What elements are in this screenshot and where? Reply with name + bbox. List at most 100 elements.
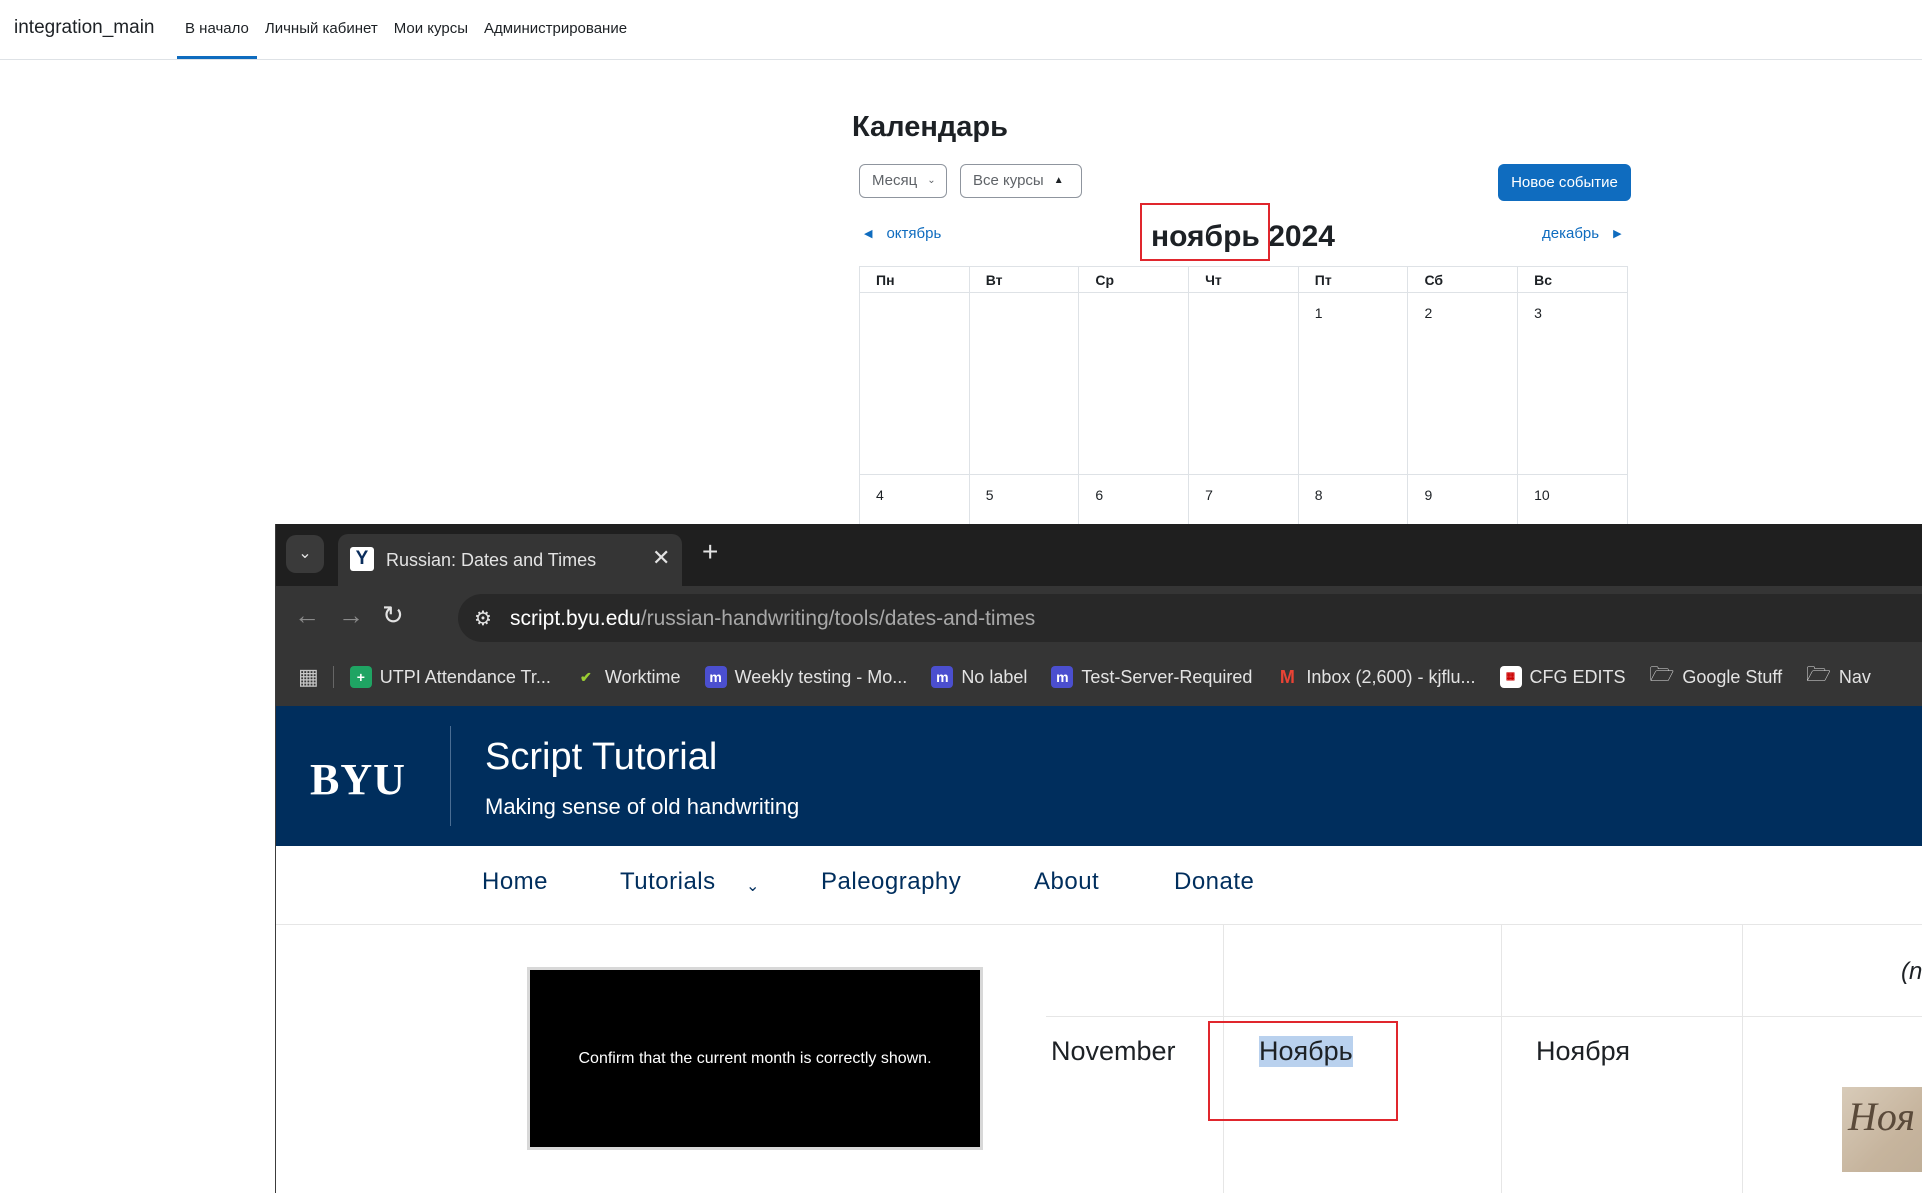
primary-nav: В начало Личный кабинет Мои курсы Админи… xyxy=(177,0,635,59)
day-cell[interactable] xyxy=(1189,293,1299,475)
course-select-value: Все курсы xyxy=(973,172,1044,189)
bookmark-label: Weekly testing - Mo... xyxy=(734,666,908,687)
site-nav-home[interactable]: Home xyxy=(482,868,548,896)
table-column-divider xyxy=(1501,924,1502,1193)
bookmark-label: Nav xyxy=(1838,666,1871,687)
next-month-label: декабрь xyxy=(1542,225,1600,242)
monday-icon: m xyxy=(931,666,954,688)
chevron-down-icon: ⌄ xyxy=(927,175,936,186)
day-cell[interactable]: 2 xyxy=(1408,293,1519,475)
site-nav-donate[interactable]: Donate xyxy=(1174,868,1254,896)
handwriting-thumbnail[interactable]: Ноя xyxy=(1842,1087,1922,1172)
prev-month-link[interactable]: ◀ октябрь xyxy=(864,225,941,242)
byu-header: BYU Script Tutorial Making sense of old … xyxy=(276,706,1922,846)
moodle-navbar: integration_main В начало Личный кабинет… xyxy=(0,0,1922,60)
chevron-down-icon: ⌄ xyxy=(298,545,312,562)
forward-icon[interactable]: → xyxy=(338,600,364,631)
arrow-right-icon: ▶ xyxy=(1613,228,1622,240)
weekday-fri: Пт xyxy=(1298,267,1409,293)
weekday-sun: Вс xyxy=(1518,267,1628,293)
url-path: /russian-handwriting/tools/dates-and-tim… xyxy=(640,607,1036,630)
address-bar[interactable]: ⚙ script.byu.edu/russian-handwriting/too… xyxy=(458,594,1922,642)
day-cell[interactable] xyxy=(1079,293,1190,475)
new-event-button[interactable]: Новое событие xyxy=(1498,164,1631,201)
bookmark-item[interactable]: m Weekly testing - Mo... xyxy=(704,666,908,688)
site-nav: Home Tutorials ⌄ Paleography About Donat… xyxy=(276,846,1922,925)
course-select[interactable]: Все курсы ▲ xyxy=(960,164,1082,198)
day-cell[interactable]: 1 xyxy=(1298,293,1409,475)
nav-home[interactable]: В начало xyxy=(177,0,257,59)
gmail-icon: M xyxy=(1279,667,1295,687)
byu-logo[interactable]: BYU xyxy=(310,754,406,805)
active-tab[interactable]: Y Russian: Dates and Times ✕ xyxy=(338,534,682,586)
site-brand[interactable]: integration_main xyxy=(14,17,154,39)
weekday-wed: Ср xyxy=(1079,267,1190,293)
day-cell[interactable] xyxy=(969,293,1080,475)
site-nav-tutorials[interactable]: Tutorials xyxy=(620,868,716,896)
bookmarks-divider xyxy=(332,666,334,688)
page-content: Confirm that the current month is correc… xyxy=(276,924,1922,1193)
site-subtitle: Making sense of old handwriting xyxy=(485,794,800,819)
prev-month-label: октябрь xyxy=(886,225,942,242)
apps-grid-icon[interactable]: ▦ xyxy=(298,664,319,690)
table-column-divider xyxy=(1742,924,1743,1193)
bookmark-label: Test-Server-Required xyxy=(1081,666,1253,687)
bookmark-item[interactable]: m Test-Server-Required xyxy=(1051,666,1252,688)
site-title[interactable]: Script Tutorial xyxy=(485,736,717,779)
month-english-cell: November xyxy=(1051,1036,1176,1066)
bookmarks-bar: ▦ + UTPI Attendance Tr... ✔ Worktime m Week… xyxy=(276,648,1922,706)
weekday-tue: Вт xyxy=(969,267,1080,293)
tab-search-button[interactable]: ⌄ xyxy=(286,535,324,573)
bookmark-label: CFG EDITS xyxy=(1529,666,1626,687)
bookmark-item[interactable]: ▦ CFG EDITS xyxy=(1499,666,1626,688)
arrow-left-icon: ◀ xyxy=(864,228,873,240)
browser-window: ⌄ Y Russian: Dates and Times ✕ + ← → ↻ ⚙… xyxy=(275,524,1922,1193)
site-info-icon[interactable]: ⚙ xyxy=(474,606,492,631)
bookmark-folder[interactable]: 🗁 Google Stuff xyxy=(1650,660,1783,694)
url-text: script.byu.edu/russian-handwriting/tools… xyxy=(510,607,1035,631)
calendar-title: Календарь xyxy=(852,111,1008,143)
tab-title: Russian: Dates and Times xyxy=(386,550,597,570)
bookmark-label: No label xyxy=(961,666,1028,687)
reload-icon[interactable]: ↻ xyxy=(382,600,404,631)
bookmark-item[interactable]: M Inbox (2,600) - kjflu... xyxy=(1276,666,1476,688)
byu-favicon-icon: Y xyxy=(350,547,374,571)
site-nav-about[interactable]: About xyxy=(1034,868,1099,896)
nav-dashboard[interactable]: Личный кабинет xyxy=(257,0,386,59)
cfg-icon: ▦ xyxy=(1499,666,1522,688)
weekday-sat: Сб xyxy=(1408,267,1519,293)
back-icon[interactable]: ← xyxy=(294,600,320,631)
day-cell[interactable] xyxy=(860,293,970,475)
url-host: script.byu.edu xyxy=(510,607,641,630)
view-select[interactable]: Месяц ⌄ xyxy=(859,164,947,198)
table-row-divider xyxy=(1046,1016,1922,1017)
next-month-link[interactable]: декабрь ▶ xyxy=(1542,225,1622,242)
bookmark-item[interactable]: m No label xyxy=(931,666,1027,688)
bookmark-label: Worktime xyxy=(604,666,681,687)
week-row-1: 1 2 3 xyxy=(860,293,1628,475)
site-nav-paleography[interactable]: Paleography xyxy=(821,868,961,896)
day-cell[interactable]: 3 xyxy=(1518,293,1628,475)
folder-icon: 🗁 xyxy=(1649,664,1675,686)
close-tab-icon[interactable]: ✕ xyxy=(652,545,670,571)
folder-icon: 🗁 xyxy=(1806,664,1831,686)
weekday-header-row: Пн Вт Ср Чт Пт Сб Вс xyxy=(860,267,1628,293)
weekday-thu: Чт xyxy=(1189,267,1299,293)
nav-my-courses[interactable]: Мои курсы xyxy=(386,0,476,59)
header-divider xyxy=(450,726,451,826)
view-select-value: Месяц xyxy=(872,172,918,189)
chevron-down-icon[interactable]: ⌄ xyxy=(746,876,760,896)
current-year: 2024 xyxy=(1268,220,1335,253)
instruction-overlay: Confirm that the current month is correc… xyxy=(527,967,983,1150)
weekday-mon: Пн xyxy=(860,267,970,293)
nominative-highlight-box xyxy=(1208,1021,1398,1121)
month-highlight-box xyxy=(1140,203,1270,261)
nav-administration[interactable]: Администрирование xyxy=(476,0,635,59)
bookmark-item[interactable]: + UTPI Attendance Tr... xyxy=(349,666,551,688)
tab-strip: ⌄ Y Russian: Dates and Times ✕ + xyxy=(276,524,1922,586)
leaf-icon: ✔ xyxy=(580,669,592,685)
bookmark-folder[interactable]: 🗁 Nav xyxy=(1806,660,1871,694)
monday-icon: m xyxy=(1051,666,1074,688)
new-tab-icon[interactable]: + xyxy=(702,536,718,568)
bookmark-item[interactable]: ✔ Worktime xyxy=(575,666,681,688)
